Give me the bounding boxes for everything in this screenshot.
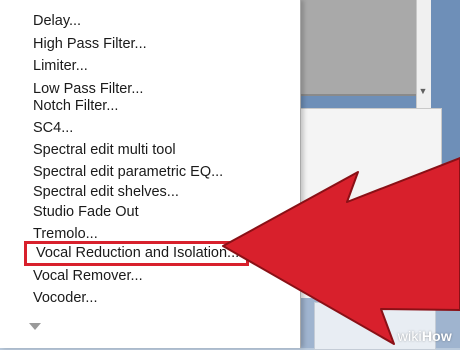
menu-item-vocoder[interactable]: Vocoder...	[33, 288, 98, 309]
menu-item-vocal-remover[interactable]: Vocal Remover...	[33, 266, 143, 287]
watermark-suffix: How	[421, 328, 452, 344]
effects-dropdown-menu: Delay... High Pass Filter... Limiter... …	[0, 0, 301, 348]
background-gray-panel	[300, 0, 416, 96]
menu-item-sc4[interactable]: SC4...	[33, 118, 73, 139]
menu-item-notch-filter[interactable]: Notch Filter...	[33, 96, 118, 117]
menu-item-spectral-edit-shelves[interactable]: Spectral edit shelves...	[33, 182, 179, 203]
menu-item-delay[interactable]: Delay...	[33, 11, 81, 32]
chevron-down-icon[interactable]	[26, 320, 44, 332]
menu-item-spectral-edit-parametric-eq[interactable]: Spectral edit parametric EQ...	[33, 162, 223, 183]
menu-item-studio-fade-out[interactable]: Studio Fade Out	[33, 202, 139, 223]
menu-item-spectral-edit-multi-tool[interactable]: Spectral edit multi tool	[33, 140, 176, 161]
watermark-prefix: wiki	[397, 328, 422, 344]
menu-item-vocal-reduction-and-isolation[interactable]: Vocal Reduction and Isolation...	[24, 241, 250, 266]
wikihow-watermark: wikiHow	[398, 328, 452, 344]
menu-item-high-pass-filter[interactable]: High Pass Filter...	[33, 34, 147, 55]
menu-item-limiter[interactable]: Limiter...	[33, 56, 88, 77]
scroll-down-arrow-icon[interactable]: ▼	[418, 86, 428, 96]
background-lower-panel	[300, 108, 442, 300]
